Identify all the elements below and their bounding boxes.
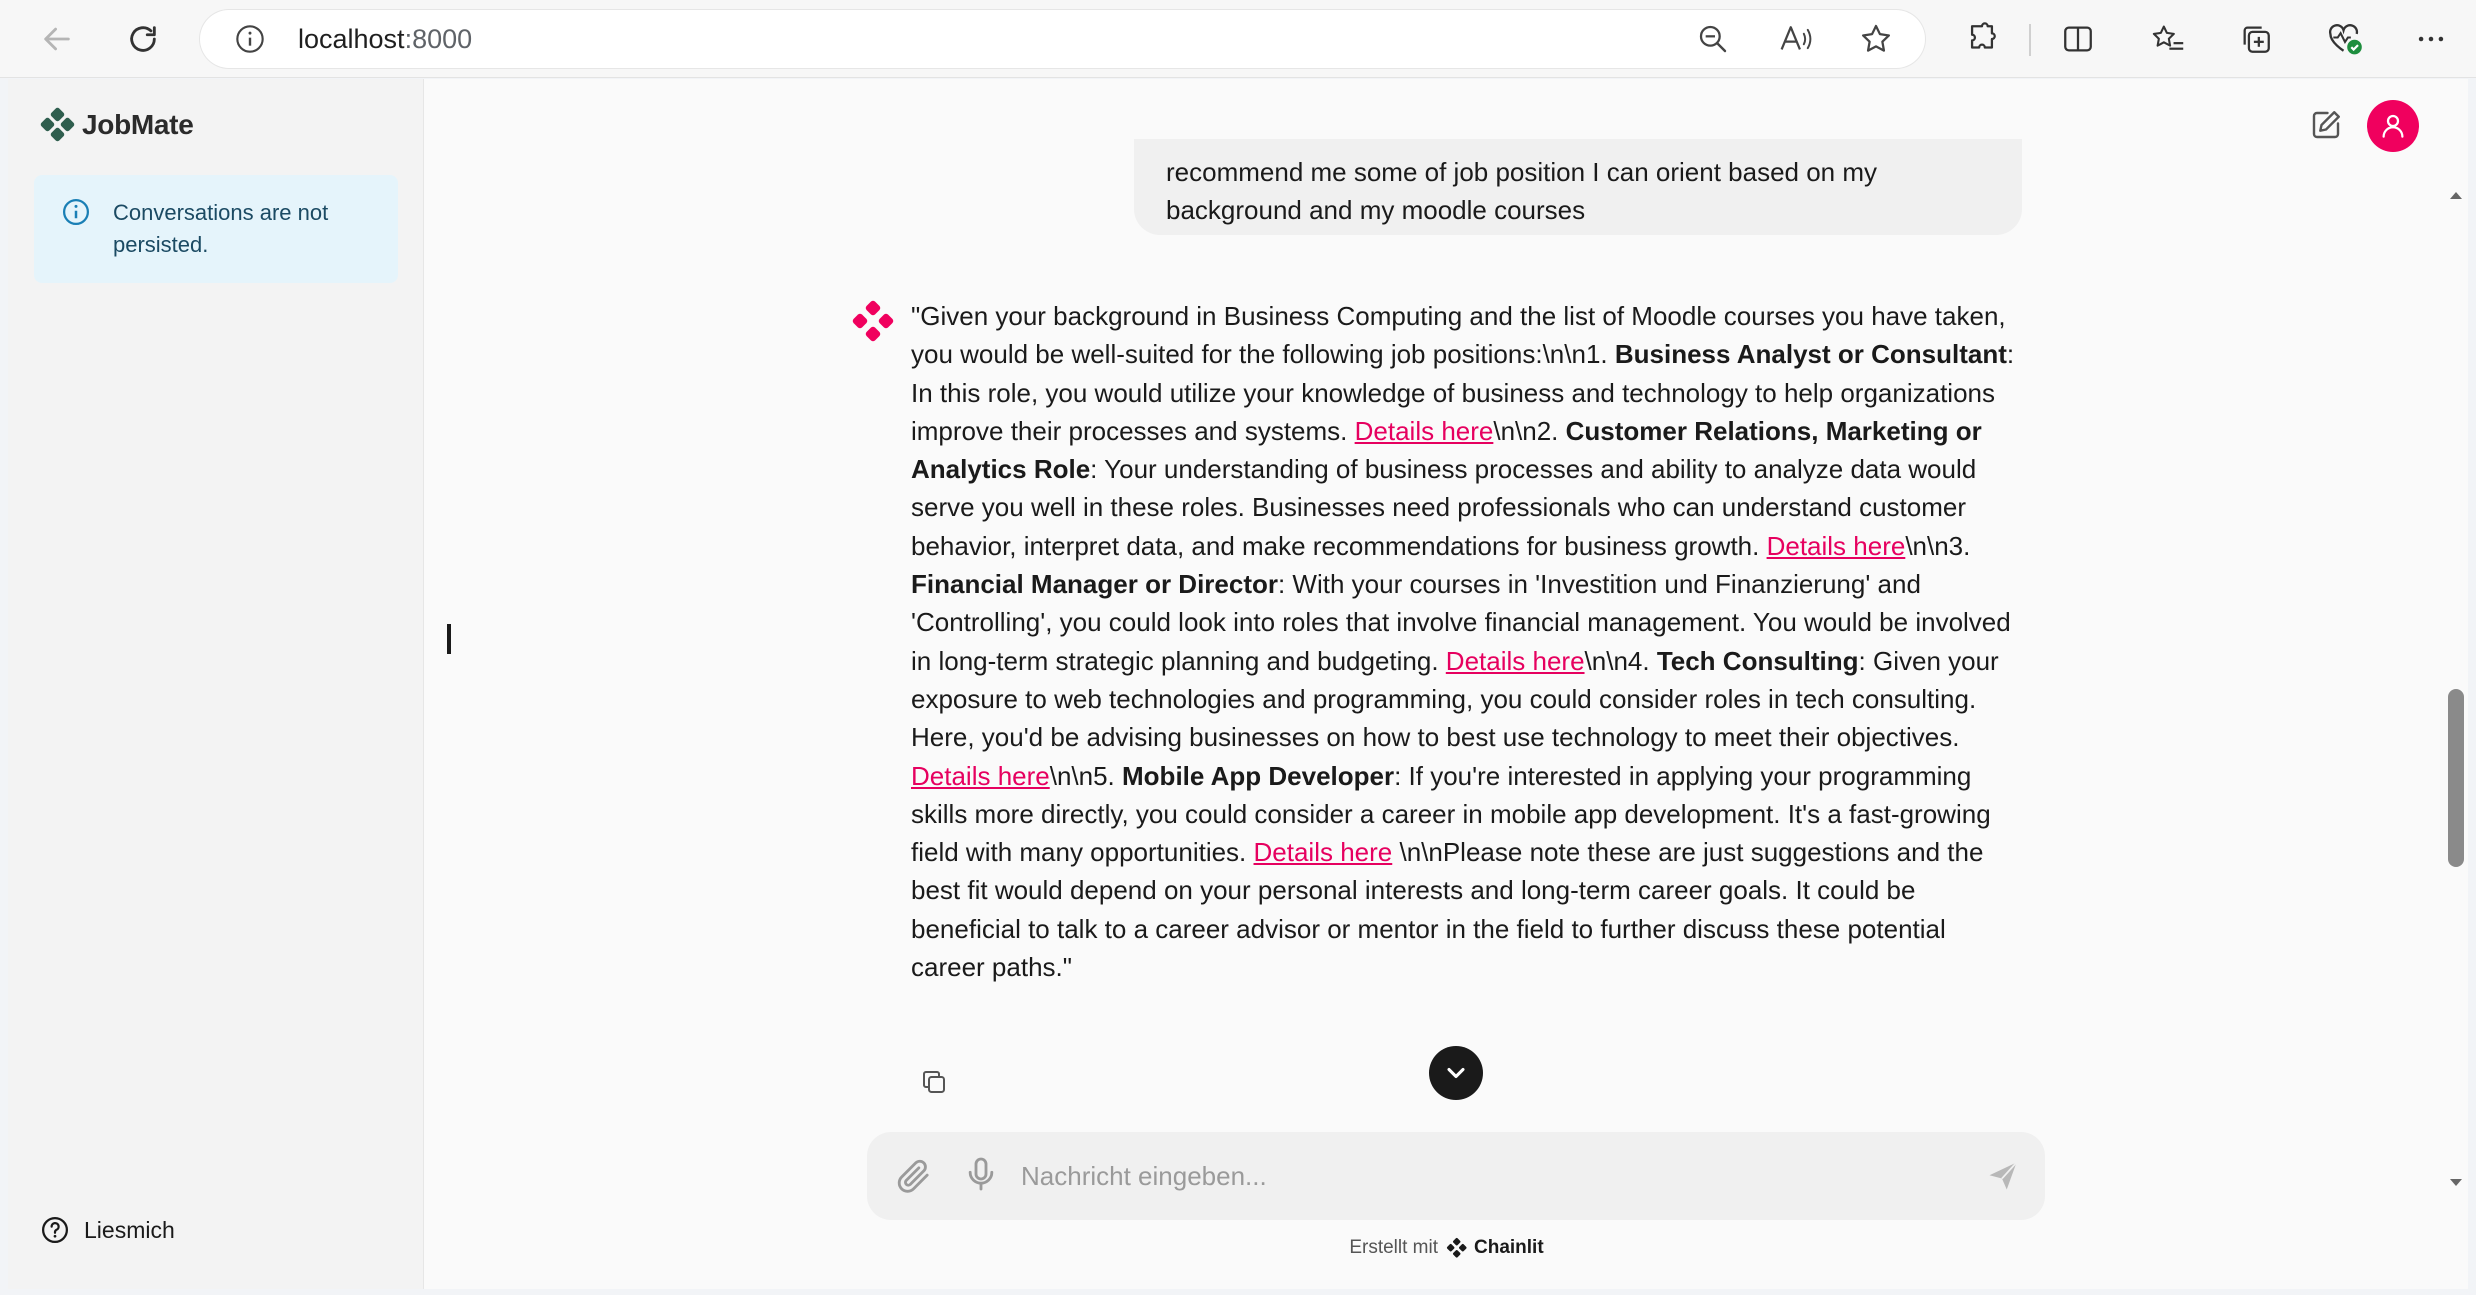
scroll-down-arrow-icon[interactable] [2449,1177,2463,1189]
separator-text: \n\n5. [1049,760,1123,791]
details-link[interactable]: Details here [1446,646,1585,676]
chat-scrollbar[interactable] [2445,189,2467,1189]
browser-essentials-button[interactable] [2320,14,2370,64]
details-link[interactable]: Details here [911,761,1050,791]
zoom-out-button[interactable] [1688,14,1738,64]
read-aloud-button[interactable] [1771,14,1821,64]
split-screen-icon [2064,26,2092,52]
details-link[interactable]: Details here [1254,837,1393,867]
scroll-to-bottom-button[interactable] [1429,1046,1483,1100]
back-button[interactable] [32,14,82,64]
puzzle-icon [1970,22,1996,49]
heart-pulse-icon [2328,24,2362,55]
address-bar[interactable]: localhost:8000 [200,10,1925,68]
app-name: JobMate [82,109,194,140]
star-icon [1861,24,1891,52]
more-dots-icon [2418,36,2444,42]
chainlit-logo-icon [1446,1237,1467,1258]
persistence-notice: Conversations are not persisted. [34,175,398,283]
sidebar: JobMate Conversations are not persisted.… [8,79,424,1289]
chat-area: recommend me some of job position I can … [425,79,2468,1289]
help-circle-icon [42,1217,68,1243]
url-port: :8000 [404,24,473,54]
separator-text: \n\n4. [1584,645,1657,676]
separator-text: \n\n3. [1905,530,1971,561]
user-message: recommend me some of job position I can … [1134,139,2022,235]
user-avatar-button[interactable] [2367,100,2419,152]
copy-icon[interactable] [919,1067,949,1097]
extensions-button[interactable] [1957,14,2007,64]
job-title: Tech Consulting [1656,645,1859,676]
zoom-out-icon [1699,25,1727,53]
notice-text: Conversations are not persisted. [113,200,329,257]
scroll-up-arrow-icon[interactable] [2449,189,2463,201]
separator-text: \n\n2. [1493,415,1566,446]
user-icon [2382,114,2404,138]
message-composer [867,1132,2045,1220]
more-menu-button[interactable] [2406,14,2456,64]
paperclip-icon[interactable] [893,1156,933,1196]
chevron-down-icon [1447,1067,1465,1079]
readme-button[interactable]: Liesmich [40,1215,175,1245]
footer-brand: Chainlit [1474,1237,1544,1258]
microphone-icon[interactable] [961,1154,1001,1194]
jobmate-logo-icon [40,107,75,142]
back-arrow-icon [44,27,70,51]
powered-by-footer[interactable]: Erstellt mit Chainlit [425,1237,2468,1259]
job-title: Financial Manager or Director [911,569,1278,600]
info-icon [63,199,89,225]
details-link[interactable]: Details here [1355,416,1494,446]
toolbar-separator [2029,24,2031,56]
url-host: localhost [298,24,405,54]
send-icon[interactable] [1985,1158,2021,1194]
app-window: JobMate Conversations are not persisted.… [8,79,2468,1289]
url-text[interactable]: localhost:8000 [298,24,472,55]
job-title: Business Analyst or Consultant [1614,339,2007,370]
reload-icon [130,26,156,52]
reload-button[interactable] [118,14,168,64]
new-chat-icon[interactable] [2308,107,2344,143]
assistant-message: "Given your background in Business Compu… [911,297,2021,986]
readme-label: Liesmich [84,1216,175,1243]
favorites-button[interactable] [2143,14,2193,64]
app-logo[interactable]: JobMate [38,105,194,145]
read-aloud-icon [1780,26,1812,50]
user-message-text: recommend me some of job position I can … [1166,157,1878,225]
assistant-avatar-icon [852,300,894,342]
favorite-button[interactable] [1851,14,1901,64]
collections-button[interactable] [2231,14,2281,64]
details-link[interactable]: Details here [1767,531,1906,561]
text-cursor [447,624,451,654]
collections-icon [2243,26,2270,53]
scroll-thumb[interactable] [2448,689,2464,867]
favorites-list-icon [2152,25,2184,50]
site-info-icon[interactable] [234,23,266,55]
job-title: Mobile App Developer [1122,760,1395,791]
split-screen-button[interactable] [2053,14,2103,64]
footer-prefix: Erstellt mit [1349,1237,1438,1258]
browser-toolbar: localhost:8000 [0,0,2476,78]
message-input[interactable] [1021,1152,1961,1200]
